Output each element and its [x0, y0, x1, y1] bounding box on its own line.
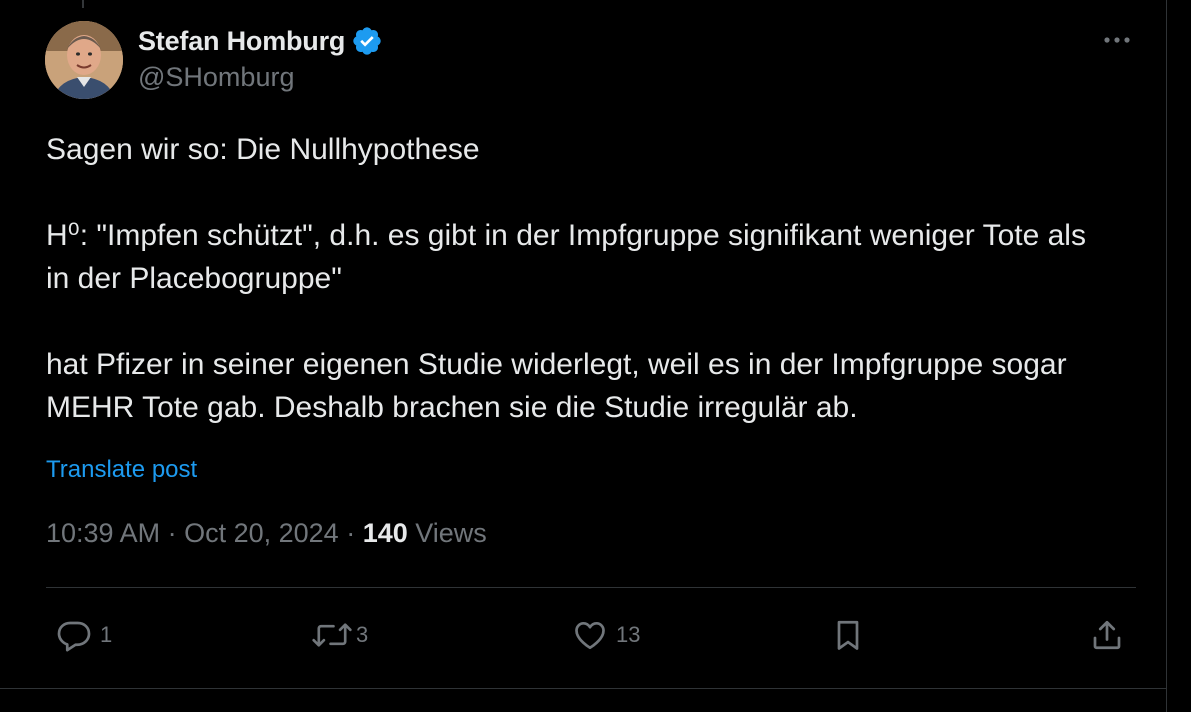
verified-badge-icon[interactable]: [351, 25, 383, 57]
views-label: Views: [415, 518, 487, 548]
handle[interactable]: @SHomburg: [138, 62, 383, 93]
action-bar: 1 3 13: [0, 612, 1191, 658]
reply-count: 1: [100, 622, 113, 647]
bottom-divider: [0, 688, 1166, 689]
bookmark-icon: [830, 617, 866, 653]
display-name[interactable]: Stefan Homburg: [138, 26, 345, 57]
tweet-paragraph-2: H⁰: "Impfen schützt", d.h. es gibt in de…: [46, 219, 1086, 295]
repost-button[interactable]: 3: [310, 612, 368, 658]
meta-separator: ·: [160, 518, 185, 548]
column-border: [1166, 0, 1167, 712]
share-button[interactable]: [1089, 612, 1125, 658]
name-row: Stefan Homburg: [138, 24, 383, 58]
more-horizontal-icon[interactable]: [1100, 26, 1134, 54]
bookmark-button[interactable]: [830, 612, 866, 658]
views-count: 140: [362, 518, 408, 548]
author-block: Stefan Homburg @SHomburg: [138, 24, 383, 93]
share-icon: [1089, 617, 1125, 653]
tweet-paragraph-1: Sagen wir so: Die Nullhypothese: [46, 133, 480, 166]
avatar[interactable]: [45, 21, 123, 99]
tweet-text: Sagen wir so: Die Nullhypothese H⁰: "Imp…: [46, 128, 1126, 429]
like-count: 13: [616, 622, 641, 647]
tweet-time[interactable]: 10:39 AM: [46, 518, 160, 548]
meta-separator: ·: [338, 518, 363, 548]
reply-icon: [56, 617, 92, 653]
translate-post-link[interactable]: Translate post: [46, 456, 197, 484]
divider: [46, 587, 1136, 588]
reply-button[interactable]: 1: [56, 612, 112, 658]
tweet-date[interactable]: Oct 20, 2024: [184, 518, 339, 548]
repost-icon: [310, 617, 354, 653]
tweet-paragraph-3: hat Pfizer in seiner eigenen Studie wide…: [46, 348, 1067, 424]
heart-icon: [572, 617, 608, 653]
tweet-detail: Stefan Homburg @SHomburg Sagen wir so: D…: [0, 0, 1191, 712]
like-button[interactable]: 13: [572, 612, 640, 658]
thread-line: [82, 0, 84, 8]
repost-count: 3: [356, 622, 369, 647]
tweet-meta: 10:39 AM · Oct 20, 2024 · 140 Views: [46, 518, 487, 549]
